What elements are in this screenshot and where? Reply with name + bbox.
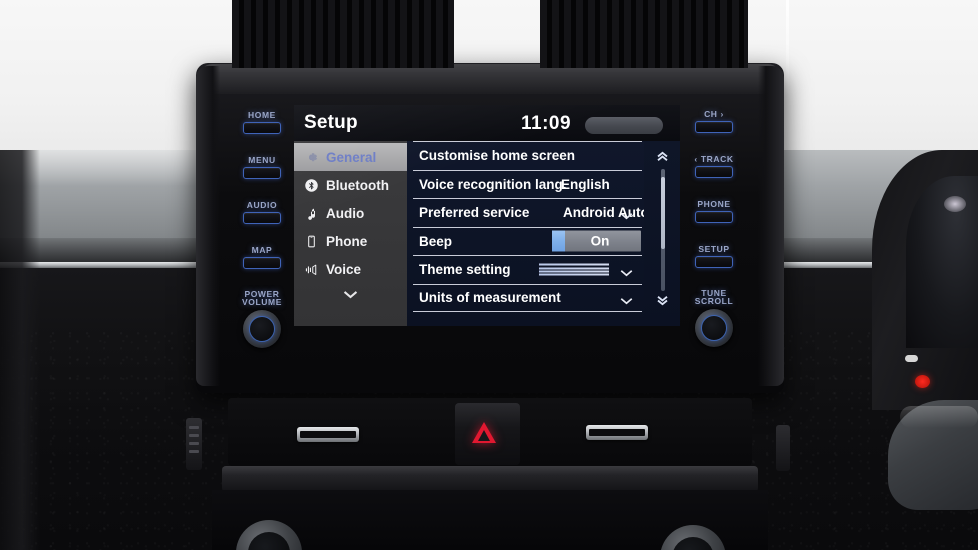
setting-row-units-of-measurement[interactable]: Units of measurement [413,283,642,312]
setup-button[interactable] [695,256,733,268]
menu-button-label: MENU [248,155,276,165]
setting-row-beep[interactable]: Beep On [413,226,642,256]
setting-label: Voice recognition lang. [419,176,567,192]
power-volume-knob[interactable] [243,310,281,348]
sidebar-item-label-phone: Phone [326,233,368,249]
console-trim-lip [222,466,758,492]
double-chevron-up-icon [655,150,670,168]
music-note-icon [303,205,320,222]
sidebar-item-label-bluetooth: Bluetooth [326,177,389,193]
head-unit-gloss [200,64,780,94]
setting-row-voice-recognition-lang[interactable]: Voice recognition lang. English [413,169,642,199]
channel-button-label: CH › [704,109,724,119]
car-dashboard-scene: Setup 11:09 General Bluetooth Audio Phon… [0,0,978,550]
sidebar-item-label-general: General [326,149,377,165]
clock-display: 11:09 [521,113,572,134]
cluster-reflection [944,196,966,212]
sidebar-item-label-voice: Voice [326,261,362,277]
screen-title-bar: Setup 11:09 [294,105,680,141]
instrument-cluster-glass [906,176,978,348]
phone-button-label: PHONE [697,199,731,209]
left-vent-slider[interactable] [297,427,359,442]
screen-body: General Bluetooth Audio Phone Voice Cust… [294,141,680,326]
left-vent-slats [232,0,454,68]
tune-scroll-label-line2: SCROLL [694,296,734,306]
settings-list: Customise home screen Voice recognition … [407,141,649,326]
cluster-white-telltale-icon [905,355,918,362]
sidebar-item-general[interactable]: General [294,143,407,171]
audio-button[interactable] [243,212,281,224]
bluetooth-icon [303,177,320,194]
home-button-label: HOME [248,110,276,120]
left-pillar-shadow [0,150,40,550]
status-pill [585,117,663,134]
tune-scroll-knob[interactable] [695,309,733,347]
right-vent-slider[interactable] [586,425,648,440]
page-title: Setup [304,112,358,133]
track-button[interactable] [695,166,733,178]
chevron-down-icon[interactable] [619,208,634,220]
scroll-up-button[interactable] [651,147,674,170]
home-button[interactable] [243,122,281,134]
toggle-knob [552,230,565,252]
sidebar-item-voice[interactable]: Voice [294,255,407,283]
map-button[interactable] [243,257,281,269]
voice-wave-icon [303,261,320,278]
beep-toggle[interactable]: On [552,230,641,252]
chevron-down-icon [342,287,359,305]
setup-button-label: SETUP [698,244,730,254]
setting-label: Theme setting [419,262,511,278]
sidebar-item-bluetooth[interactable]: Bluetooth [294,171,407,199]
chevron-down-icon[interactable] [619,265,634,277]
setting-label: Preferred service [419,205,530,221]
scroll-down-button[interactable] [651,291,674,314]
hazard-triangle-inner [478,430,490,441]
settings-sidebar: General Bluetooth Audio Phone Voice [294,141,407,326]
right-side-console-button[interactable] [776,425,790,471]
left-side-console-button[interactable] [186,418,202,470]
double-chevron-down-icon [655,294,670,312]
head-unit-right-edge [758,66,784,386]
sidebar-item-phone[interactable]: Phone [294,227,407,255]
track-button-label: ‹ TRACK [694,154,734,164]
sidebar-item-label-audio: Audio [326,205,365,221]
sidebar-item-audio[interactable]: Audio [294,199,407,227]
map-button-label: MAP [251,245,273,255]
theme-preview-swatch [538,260,610,280]
gear-icon [303,149,320,166]
steering-wheel-highlight [900,406,978,428]
head-unit-left-edge [196,66,220,386]
phone-button[interactable] [695,211,733,223]
setting-row-customise-home-screen[interactable]: Customise home screen [413,141,642,170]
scroll-thumb[interactable] [661,177,665,249]
settings-list-inner: Customise home screen Voice recognition … [413,141,649,312]
audio-button-label: AUDIO [246,200,278,210]
setting-row-theme-setting[interactable]: Theme setting [413,255,642,284]
setting-label: Beep [419,233,453,249]
toggle-state-label: On [590,233,610,249]
cluster-red-warning-light-icon [915,375,930,388]
setting-label: Units of measurement [419,290,561,306]
setting-value: Android Auto [563,205,649,221]
right-vent-slats [540,0,748,68]
power-volume-label-line2: VOLUME [242,297,282,307]
phone-icon [303,233,320,250]
setting-value: English [561,176,610,192]
sidebar-more-button[interactable] [294,283,407,309]
chevron-down-icon[interactable] [619,293,634,305]
setting-row-preferred-service[interactable]: Preferred service Android Auto [413,198,649,227]
scrollbar[interactable] [644,141,680,326]
infotainment-screen[interactable]: Setup 11:09 General Bluetooth Audio Phon… [294,105,680,326]
channel-button[interactable] [695,121,733,133]
menu-button[interactable] [243,167,281,179]
setting-label: Customise home screen [419,148,576,164]
